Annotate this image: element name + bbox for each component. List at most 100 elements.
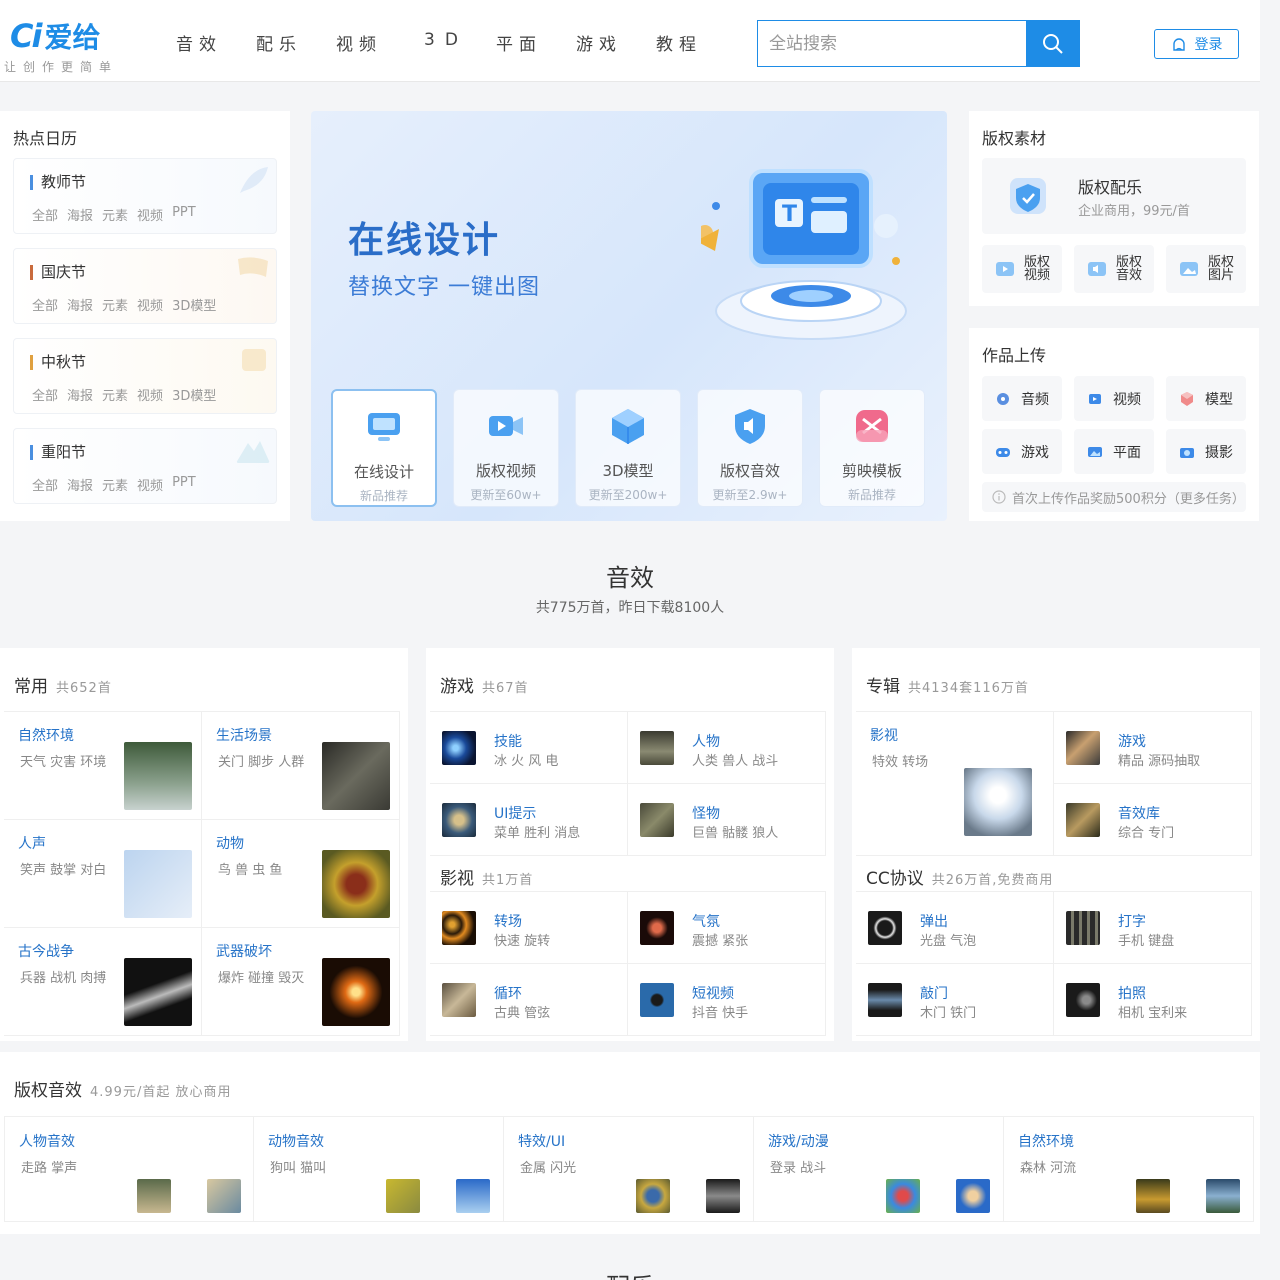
cell-tags: 狗叫 猫叫 [270, 1161, 327, 1176]
upload-model[interactable]: 模型 [1166, 376, 1246, 421]
feature-sub: 更新至2.9w+ [712, 488, 788, 502]
cell-name: 自然环境 [18, 728, 74, 744]
feature-copyright-sound[interactable]: 版权音效 更新至2.9w+ [697, 389, 803, 507]
cell-tags: 鸟 兽 虫 鱼 [218, 863, 283, 878]
hot-tag[interactable]: 全部 [32, 205, 58, 224]
hot-card-mid-autumn[interactable]: 中秋节 全部 海报 元素 视频 3D模型 [13, 338, 277, 414]
cc-cell-typing[interactable]: 打字 手机 键盘 [1054, 892, 1252, 964]
hot-tag[interactable]: 全部 [32, 475, 58, 494]
hot-card-teachers-day[interactable]: 教师节 全部 海报 元素 视频 PPT [13, 158, 277, 234]
gamepad-icon [996, 447, 1010, 457]
hot-tag[interactable]: PPT [172, 205, 196, 224]
paid-cell-effect-ui[interactable]: 特效/UI 金属 闪光 [504, 1116, 754, 1222]
user-icon [1172, 38, 1185, 51]
nav-item-tutorial[interactable]: 教程 [656, 30, 736, 55]
nav-item-video[interactable]: 视频 [336, 30, 416, 55]
copyright-sound-link[interactable]: 版权音效 [1074, 245, 1154, 293]
hot-tag[interactable]: 全部 [32, 295, 58, 314]
feature-capcut-template[interactable]: 剪映模板 新品推荐 [819, 389, 925, 507]
sound-cell-loop[interactable]: 循环 古典 管弦 [430, 964, 628, 1036]
copyright-music-card[interactable]: 版权配乐 企业商用，99元/首 [982, 158, 1246, 234]
album-cell-film[interactable]: 影视 特效 转场 [856, 712, 1054, 856]
hot-tag[interactable]: 视频 [137, 205, 163, 224]
sound-cell-monster[interactable]: 怪物 巨兽 骷髅 狼人 [628, 784, 826, 856]
paid-thumbnail [386, 1179, 420, 1213]
site-logo[interactable]: Ci 爱给 让创作更简单 [4, 17, 111, 74]
sound-cell-ui[interactable]: UI提示 菜单 胜利 消息 [430, 784, 628, 856]
cc-cell-photo[interactable]: 拍照 相机 宝利来 [1054, 964, 1252, 1036]
copyright-title: 版权素材 [982, 129, 1047, 148]
upload-audio[interactable]: 音频 [982, 376, 1062, 421]
login-button[interactable]: 登录 [1154, 29, 1239, 59]
cc-cell-popup[interactable]: 弹出 光盘 气泡 [856, 892, 1054, 964]
sound-cell-nature[interactable]: 自然环境 天气 灾害 环境 [4, 712, 202, 820]
search-input[interactable] [758, 21, 1026, 66]
hot-tag[interactable]: 元素 [102, 295, 128, 314]
cell-tags: 相机 宝利来 [1118, 1006, 1188, 1021]
hot-card-national-day[interactable]: 国庆节 全部 海报 元素 视频 3D模型 [13, 248, 277, 324]
copyright-image-link[interactable]: 版权图片 [1166, 245, 1246, 293]
sound-cell-transition[interactable]: 转场 快速 旋转 [430, 892, 628, 964]
sound-cell-life[interactable]: 生活场景 关门 脚步 人群 [202, 712, 400, 820]
album-cell-game[interactable]: 游戏 精品 源码抽取 [1054, 712, 1252, 784]
sound-cell-war[interactable]: 古今战争 兵器 战机 肉搏 [4, 928, 202, 1036]
paid-cell-animal[interactable]: 动物音效 狗叫 猫叫 [254, 1116, 504, 1222]
upload-tip[interactable]: 首次上传作品奖励500积分（更多任务） [982, 482, 1246, 512]
cube-icon [612, 409, 644, 444]
paid-thumbnail [956, 1179, 990, 1213]
film-album-thumbnail [964, 768, 1032, 836]
feature-online-design[interactable]: 在线设计 新品推荐 [331, 389, 437, 507]
hot-tag[interactable]: 全部 [32, 385, 58, 404]
sound-cell-voice[interactable]: 人声 笑声 鼓掌 对白 [4, 820, 202, 928]
cell-name: 人物 [692, 734, 720, 750]
paid-cell-human[interactable]: 人物音效 走路 掌声 [4, 1116, 254, 1222]
nav-item-music[interactable]: 配乐 [256, 30, 336, 55]
nav-item-sound[interactable]: 音效 [176, 30, 256, 55]
online-design-banner[interactable]: 在线设计 替换文字 一键出图 T 在线设计 新品推荐 版权视频 更新至60w+ … [311, 111, 947, 521]
hot-tag[interactable]: 视频 [137, 385, 163, 404]
nav-item-game[interactable]: 游戏 [576, 30, 656, 55]
copyright-video-link[interactable]: 版权视频 [982, 245, 1062, 293]
hot-tag[interactable]: 3D模型 [172, 385, 216, 404]
sound-cell-skill[interactable]: 技能 冰 火 风 电 [430, 712, 628, 784]
hot-tag[interactable]: 视频 [137, 475, 163, 494]
cc-cell-knock[interactable]: 敲门 木门 铁门 [856, 964, 1054, 1036]
upload-game[interactable]: 游戏 [982, 429, 1062, 474]
section-subtitle-sound: 共775万首，昨日下载8100人 [535, 600, 725, 616]
nav-item-graphic[interactable]: 平面 [496, 30, 576, 55]
hot-tag[interactable]: 海报 [67, 205, 93, 224]
sound-cell-short-video[interactable]: 短视频 抖音 快手 [628, 964, 826, 1036]
hot-tag[interactable]: 元素 [102, 475, 128, 494]
upload-video[interactable]: 视频 [1074, 376, 1154, 421]
paid-cell-nature[interactable]: 自然环境 森林 河流 [1004, 1116, 1254, 1222]
paid-cell-game-anime[interactable]: 游戏/动漫 登录 战斗 [754, 1116, 1004, 1222]
upload-photo[interactable]: 摄影 [1166, 429, 1246, 474]
hot-tag[interactable]: 元素 [102, 205, 128, 224]
flag-icon [238, 257, 268, 277]
category-count: 共4134套116万首 [908, 681, 1029, 696]
sound-cell-animal[interactable]: 动物 鸟 兽 虫 鱼 [202, 820, 400, 928]
monster-thumbnail [640, 803, 674, 837]
hot-tag[interactable]: 3D模型 [172, 295, 216, 314]
nav-item-3d[interactable]: 3D [416, 30, 496, 55]
hot-tag[interactable]: 视频 [137, 295, 163, 314]
sound-cell-character[interactable]: 人物 人类 兽人 战斗 [628, 712, 826, 784]
hot-tag[interactable]: 海报 [67, 385, 93, 404]
upload-graphic[interactable]: 平面 [1074, 429, 1154, 474]
hot-tag[interactable]: 海报 [67, 295, 93, 314]
sound-cell-atmosphere[interactable]: 气氛 震撼 紧张 [628, 892, 826, 964]
feature-copyright-video[interactable]: 版权视频 更新至60w+ [453, 389, 559, 507]
feature-3d-model[interactable]: 3D模型 更新至200w+ [575, 389, 681, 507]
hot-tag[interactable]: 海报 [67, 475, 93, 494]
hot-tag[interactable]: PPT [172, 475, 196, 494]
album-cell-library[interactable]: 音效库 综合 专门 [1054, 784, 1252, 856]
copyright-sub-label: 版权视频 [1024, 255, 1051, 283]
search-button[interactable] [1026, 21, 1079, 66]
character-thumbnail [640, 731, 674, 765]
image-icon [1088, 446, 1102, 457]
sound-cell-weapon[interactable]: 武器破坏 爆炸 碰撞 毁灭 [202, 928, 400, 1036]
hot-card-double-ninth[interactable]: 重阳节 全部 海报 元素 视频 PPT [13, 428, 277, 504]
hot-card-name: 教师节 [30, 175, 86, 190]
cell-tags: 光盘 气泡 [920, 934, 977, 949]
hot-tag[interactable]: 元素 [102, 385, 128, 404]
